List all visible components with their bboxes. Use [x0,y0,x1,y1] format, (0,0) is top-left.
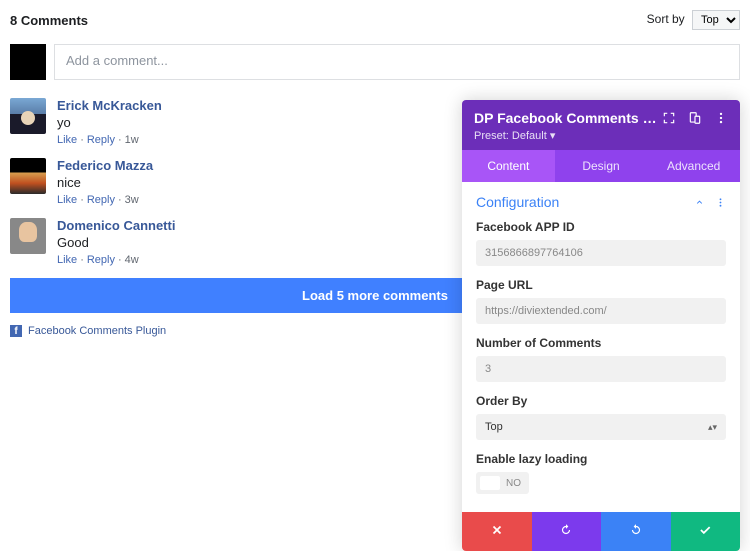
avatar [10,98,46,134]
responsive-icon[interactable] [688,111,702,125]
panel-title: DP Facebook Comments Se... [474,110,662,126]
label-lazy-loading: Enable lazy loading [476,452,726,466]
label-page-url: Page URL [476,278,726,292]
like-link[interactable]: Like [57,134,77,146]
avatar [10,158,46,194]
comments-count: 8 Comments [10,13,88,28]
comments-header: 8 Comments Sort by Top [10,10,740,30]
field-num-comments: Number of Comments [476,336,726,382]
label-order-by: Order By [476,394,726,408]
preset-label[interactable]: Preset: Default ▾ [474,129,728,142]
compose-row: Add a comment... [10,44,740,80]
like-link[interactable]: Like [57,194,77,206]
comment-time: 1w [125,134,139,146]
tab-advanced[interactable]: Advanced [647,150,740,182]
cancel-button[interactable] [462,512,532,551]
confirm-button[interactable] [671,512,741,551]
panel-body: Configuration Facebook APP ID Page URL N… [462,182,740,512]
panel-tabs: Content Design Advanced [462,150,740,182]
kebab-menu-icon[interactable] [714,111,728,125]
compose-input[interactable]: Add a comment... [54,44,740,80]
compose-avatar [10,44,46,80]
sort-label: Sort by [647,12,685,26]
like-link[interactable]: Like [57,254,77,266]
input-app-id[interactable] [476,240,726,266]
facebook-logo-icon: f [10,325,22,337]
section-title[interactable]: Configuration [476,194,559,210]
expand-icon[interactable] [662,111,676,125]
section-header: Configuration [476,194,726,210]
select-order-by[interactable]: Top ▴▾ [476,414,726,440]
sort-control: Sort by Top [647,10,740,30]
settings-panel: DP Facebook Comments Se... Preset: Defau… [462,100,740,551]
comment-time: 3w [125,194,139,206]
tab-design[interactable]: Design [555,150,648,182]
panel-header[interactable]: DP Facebook Comments Se... Preset: Defau… [462,100,740,150]
panel-footer [462,512,740,551]
reply-link[interactable]: Reply [87,194,115,206]
reply-link[interactable]: Reply [87,134,115,146]
tab-content[interactable]: Content [462,150,555,182]
toggle-knob [480,476,500,490]
toggle-lazy-loading[interactable]: NO [476,472,529,494]
caret-down-icon: ▾ [550,130,556,142]
field-page-url: Page URL [476,278,726,324]
avatar [10,218,46,254]
field-lazy-loading: Enable lazy loading NO [476,452,726,494]
chevron-up-icon[interactable] [694,197,705,208]
kebab-menu-icon[interactable] [715,197,726,208]
input-page-url[interactable] [476,298,726,324]
reply-link[interactable]: Reply [87,254,115,266]
sort-select[interactable]: Top [692,10,740,30]
field-order-by: Order By Top ▴▾ [476,394,726,440]
toggle-state: NO [506,478,521,489]
comment-time: 4w [125,254,139,266]
label-app-id: Facebook APP ID [476,220,726,234]
redo-button[interactable] [601,512,671,551]
input-num-comments[interactable] [476,356,726,382]
label-num-comments: Number of Comments [476,336,726,350]
undo-button[interactable] [532,512,602,551]
updown-icon: ▴▾ [708,422,717,433]
plugin-attribution-text: Facebook Comments Plugin [28,325,166,337]
field-app-id: Facebook APP ID [476,220,726,266]
